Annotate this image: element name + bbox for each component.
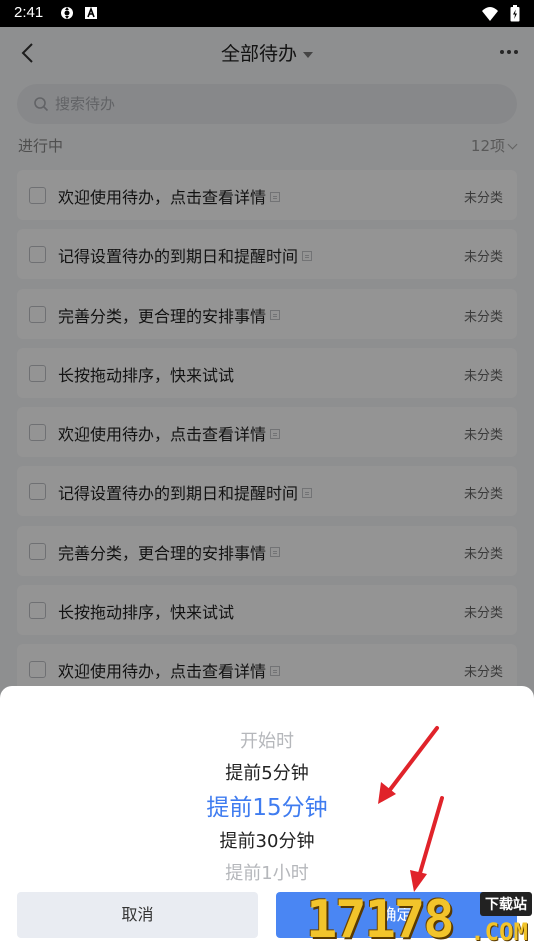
sync-icon — [61, 7, 73, 19]
app-a-icon — [85, 6, 97, 19]
watermark-suffix: .COM — [470, 918, 528, 946]
watermark-digits: 17178 — [306, 890, 455, 950]
wifi-icon — [481, 7, 498, 21]
cancel-button[interactable]: 取消 — [17, 892, 258, 938]
picker-option[interactable]: 提前5分钟 — [0, 758, 534, 790]
picker-option[interactable]: 开始时 — [0, 726, 534, 758]
status-bar: 2:41 — [0, 0, 534, 27]
picker-option[interactable]: 提前30分钟 — [0, 826, 534, 858]
status-time: 2:41 — [14, 4, 44, 21]
watermark-tag: 下载站 — [480, 892, 532, 916]
battery-icon — [510, 5, 520, 22]
reminder-picker[interactable]: 开始时 提前5分钟 提前15分钟 提前30分钟 提前1小时 — [0, 726, 534, 890]
picker-option-selected[interactable]: 提前15分钟 — [0, 790, 534, 826]
status-right — [481, 5, 520, 26]
watermark-logo: 17178 下载站 .COM — [306, 888, 534, 950]
picker-option[interactable]: 提前1小时 — [0, 858, 534, 890]
